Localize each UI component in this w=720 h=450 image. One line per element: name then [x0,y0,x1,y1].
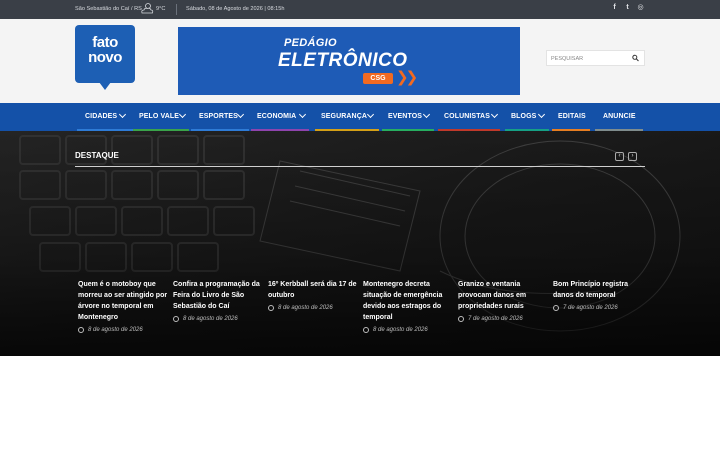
news-date-text: 8 de agosto de 2026 [88,327,143,333]
banner-arrows: ❯❯ [396,69,418,86]
nav-label: EVENTOS [388,113,423,120]
highlight-section: DESTAQUE ‹ › Quem é o motoboy que morreu… [0,131,720,356]
news-card[interactable]: Confira a programação da Feira do Livro … [173,279,265,322]
nav-label: EDITAIS [558,113,586,120]
news-title[interactable]: Confira a programação da Feira do Livro … [173,279,265,312]
instagram-icon[interactable]: ◎ [637,4,644,12]
twitter-icon[interactable]: t [624,4,631,12]
news-card[interactable]: Quem é o motoboy que morreu ao ser ating… [78,279,170,333]
news-date: 8 de agosto de 2026 [268,305,360,311]
ad-banner[interactable]: PEDÁGIO ELETRÔNICO CSG ❯❯ [178,27,520,95]
news-title[interactable]: Bom Princípio registra danos do temporal [553,279,645,301]
divider [176,4,177,15]
news-date: 7 de agosto de 2026 [458,316,550,322]
logo-line2: novo [88,49,122,66]
clock-icon [553,305,559,311]
clock-icon [78,327,84,333]
site-header: fato novo PEDÁGIO ELETRÔNICO CSG ❯❯ [0,19,720,103]
nav-item-blogs[interactable]: BLOGS [505,103,549,131]
social-links: f t ◎ [611,4,644,12]
news-date-text: 7 de agosto de 2026 [563,305,618,311]
nav-label: BLOGS [511,113,537,120]
nav-label: PELO VALE [139,113,180,120]
news-date: 7 de agosto de 2026 [553,305,645,311]
site-logo[interactable]: fato novo [75,25,135,90]
logo-line1: fato [92,34,118,51]
clock-icon [173,316,179,322]
nav-item-pelo-vale[interactable]: PELO VALE [133,103,189,131]
chevron-down-icon [490,110,499,119]
nav-item-economia[interactable]: ECONOMIA [251,103,309,131]
section-title: DESTAQUE [75,151,119,160]
banner-line2: ELETRÔNICO [278,50,408,71]
next-arrow-button[interactable]: › [628,152,637,161]
news-date: 8 de agosto de 2026 [173,316,265,322]
news-title[interactable]: 16º Kerbball será dia 17 de outubro [268,279,360,301]
nav-item-editais[interactable]: EDITAIS [552,103,590,131]
location-text: São Sebastião do Caí / RS [75,6,142,12]
logo-tail [99,82,111,90]
nav-label: COLUNISTAS [444,113,490,120]
chevron-down-icon [298,110,307,119]
nav-label: ANUNCIE [603,113,636,120]
nav-item-cidades[interactable]: CIDADES [77,103,133,131]
news-title[interactable]: Montenegro decreta situação de emergênci… [363,279,455,323]
news-card[interactable]: Granizo e ventania provocam danos em pro… [458,279,550,322]
temperature-text: 9°C [156,6,166,12]
date-text: Sábado, 08 de Agosto de 2026 | 08:15h [186,6,285,12]
news-date: 8 de agosto de 2026 [78,327,170,333]
nav-label: ESPORTES [199,113,238,120]
nav-label: ECONOMIA [257,113,297,120]
news-card[interactable]: Bom Princípio registra danos do temporal… [553,279,645,311]
banner-line1: PEDÁGIO [284,37,337,49]
nav-item-esportes[interactable]: ESPORTES [191,103,249,131]
nav-label: CIDADES [85,113,118,120]
nav-item-eventos[interactable]: EVENTOS [382,103,434,131]
clock-icon [363,327,369,333]
news-date-text: 8 de agosto de 2026 [373,327,428,333]
nav-item-anuncie[interactable]: ANUNCIE [595,103,643,131]
search-icon[interactable] [632,54,639,62]
chevron-down-icon [178,110,187,119]
banner-brand: CSG [363,73,393,84]
search-input[interactable] [551,53,629,64]
section-divider [75,166,645,167]
nav-item-colunistas[interactable]: COLUNISTAS [438,103,500,131]
news-date-text: 8 de agosto de 2026 [183,316,238,322]
clock-icon [458,316,464,322]
news-card[interactable]: Montenegro decreta situação de emergênci… [363,279,455,333]
prev-arrow-button[interactable]: ‹ [615,152,624,161]
news-date: 8 de agosto de 2026 [363,327,455,333]
clock-icon [268,305,274,311]
news-date-text: 7 de agosto de 2026 [468,316,523,322]
news-date-text: 8 de agosto de 2026 [278,305,333,311]
facebook-icon[interactable]: f [611,4,618,12]
chevron-down-icon [537,110,546,119]
chevron-down-icon [118,110,127,119]
cloud-sun-icon [141,3,154,14]
chevron-down-icon [366,110,375,119]
top-bar: São Sebastião do Caí / RS 9°C Sábado, 08… [0,0,720,19]
news-card[interactable]: 16º Kerbball será dia 17 de outubro 8 de… [268,279,360,311]
news-title[interactable]: Granizo e ventania provocam danos em pro… [458,279,550,312]
nav-label: SEGURANÇA [321,113,368,120]
search-box [546,50,645,66]
nav-item-seguranca[interactable]: SEGURANÇA [315,103,379,131]
main-nav: CIDADES PELO VALE ESPORTES ECONOMIA SEGU… [0,103,720,131]
news-title[interactable]: Quem é o motoboy que morreu ao ser ating… [78,279,170,323]
chevron-down-icon [236,110,245,119]
chevron-down-icon [422,110,431,119]
